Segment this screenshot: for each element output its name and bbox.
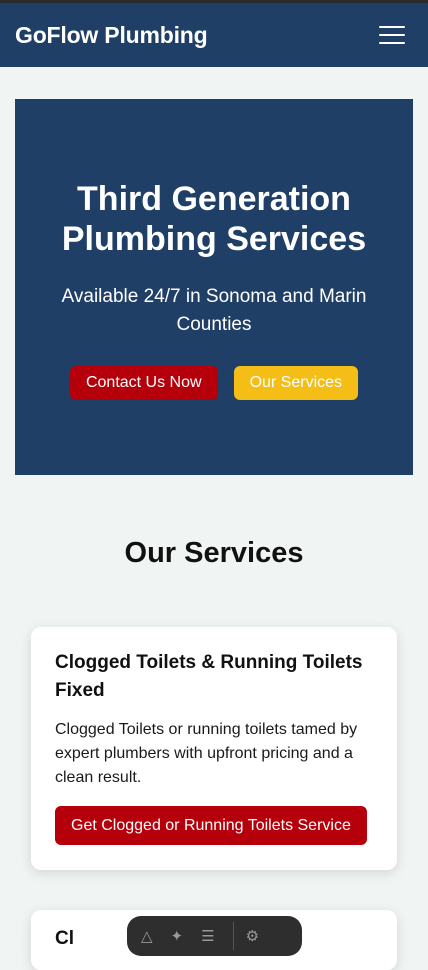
service-card-description: Clogged Toilets or running toilets tamed… [55,721,358,786]
hamburger-menu-icon[interactable] [379,26,405,44]
service-card-title: Clogged Toilets & Running Toilets Fixed [55,652,363,701]
toolbar-divider [232,922,234,950]
services-section-title: Our Services [124,537,304,569]
hero-banner: Third Generation Plumbing Services Avail… [15,99,413,475]
gear-icon[interactable]: ⚙ [246,927,259,945]
our-services-button[interactable]: Our Services [233,366,359,400]
inspect-icon[interactable]: △ [141,927,153,945]
menu-line [379,26,405,28]
site-header: GoFlow Plumbing [0,3,428,67]
hero-subtitle: Available 24/7 in Sonoma and Marin Count… [61,286,367,335]
service-card: Clogged Toilets & Running Toilets Fixed … [31,627,397,870]
hero-button-group: Contact Us Now Our Services [15,366,413,400]
menu-line [379,42,405,44]
brand-logo[interactable]: GoFlow Plumbing [15,22,208,49]
menu-line [379,34,405,36]
floating-devtools-toolbar[interactable]: △ ✦ ☰ ⚙ [127,916,302,956]
contact-us-button[interactable]: Contact Us Now [69,366,218,400]
hero-title: Third Generation Plumbing Services [61,180,367,258]
service-cta-button[interactable]: Get Clogged or Running Toilets Service [55,806,367,845]
cursor-icon[interactable]: ✦ [171,927,184,945]
list-icon[interactable]: ☰ [201,927,214,945]
